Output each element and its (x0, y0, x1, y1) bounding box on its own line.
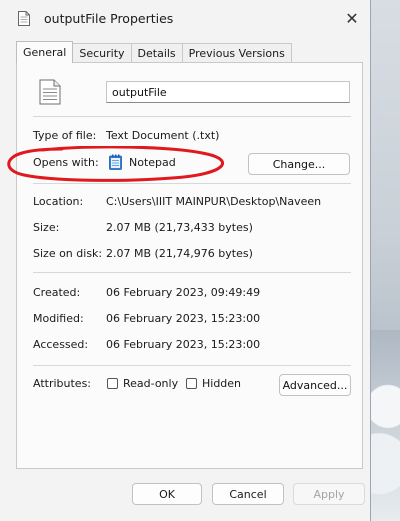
ok-button[interactable]: OK (132, 483, 202, 505)
modified-value: 06 February 2023, 15:23:00 (106, 312, 261, 325)
close-button[interactable]: ✕ (338, 5, 366, 31)
hidden-checkbox[interactable] (186, 378, 197, 389)
text-file-icon (39, 79, 61, 105)
accessed-label: Accessed: (33, 338, 89, 351)
opens-with-value: Notepad (129, 156, 176, 169)
text-file-icon (18, 11, 30, 26)
attributes-label: Attributes: (33, 377, 92, 390)
tab-security[interactable]: Security (72, 43, 132, 63)
location-value: C:\Users\IIIT MAINPUR\Desktop\Naveen (106, 195, 322, 208)
created-label: Created: (33, 286, 81, 299)
type-of-file-label: Type of file: (33, 129, 97, 142)
apply-button[interactable]: Apply (293, 483, 365, 505)
type-of-file-value: Text Document (.txt) (106, 129, 220, 142)
read-only-label: Read-only (123, 377, 179, 390)
size-value: 2.07 MB (21,73,433 bytes) (106, 221, 253, 234)
notepad-icon (109, 154, 122, 170)
size-on-disk-label: Size on disk: (33, 247, 103, 260)
tab-strip: General Security Details Previous Versio… (16, 41, 292, 63)
title-bar: outputFile Properties ✕ (0, 0, 370, 38)
window-title: outputFile Properties (44, 11, 174, 26)
change-button[interactable]: Change... (248, 153, 350, 175)
opens-with-label: Opens with: (33, 156, 99, 169)
close-icon: ✕ (345, 8, 359, 28)
tab-previous-versions[interactable]: Previous Versions (181, 43, 292, 63)
created-value: 06 February 2023, 09:49:49 (106, 286, 261, 299)
divider (33, 272, 351, 273)
read-only-checkbox[interactable] (107, 378, 118, 389)
modified-label: Modified: (33, 312, 84, 325)
accessed-value: 06 February 2023, 15:23:00 (106, 338, 261, 351)
size-label: Size: (33, 221, 60, 234)
hidden-label: Hidden (202, 377, 242, 390)
general-panel: Type of file: Text Document (.txt) Opens… (16, 62, 363, 469)
divider (33, 116, 351, 117)
tab-general[interactable]: General (16, 41, 74, 63)
divider (33, 183, 351, 184)
cancel-button[interactable]: Cancel (212, 483, 284, 505)
size-on-disk-value: 2.07 MB (21,74,976 bytes) (106, 247, 253, 260)
location-label: Location: (33, 195, 84, 208)
divider (33, 365, 351, 366)
desktop-background (370, 0, 400, 521)
tab-details[interactable]: Details (130, 43, 183, 63)
advanced-button[interactable]: Advanced... (279, 374, 351, 396)
file-name-input[interactable] (106, 81, 350, 103)
properties-dialog: outputFile Properties ✕ General Security… (0, 0, 371, 521)
